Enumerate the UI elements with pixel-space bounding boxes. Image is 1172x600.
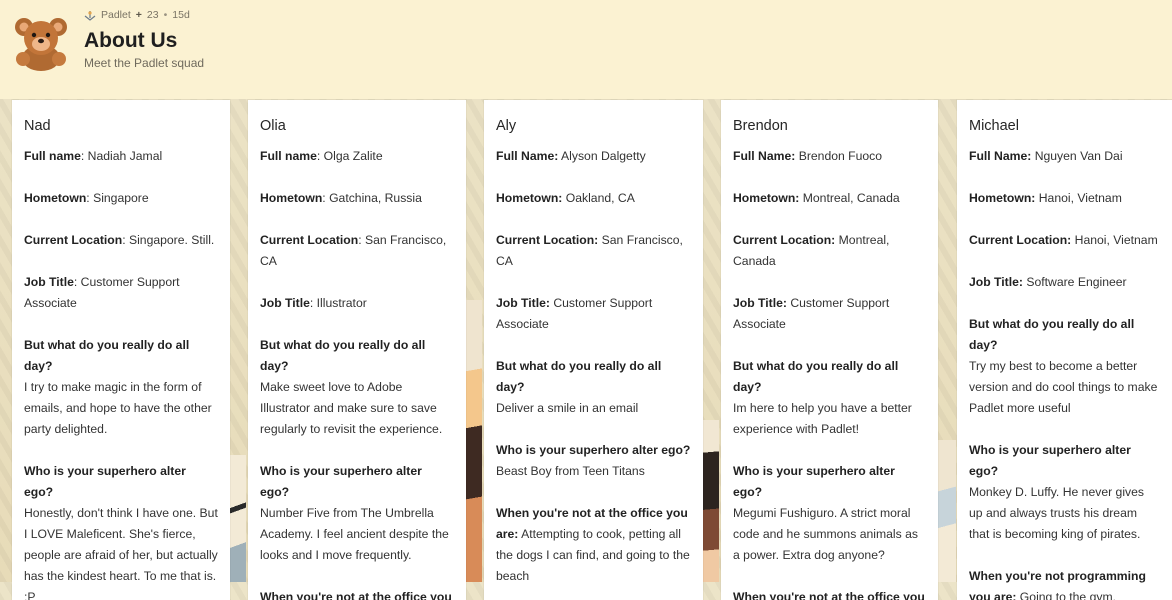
post-field-hero-label: Who is your superhero alter ego? — [496, 443, 691, 457]
post-card[interactable]: Nad Full name: Nadiah Jamal Hometown: Si… — [12, 100, 230, 600]
post-field-day-label: But what do you really do all day? — [24, 338, 190, 373]
post-field-full-name: Full Name: Nguyen Van Dai — [969, 149, 1123, 163]
post-field-full-name: Full name: Nadiah Jamal — [24, 149, 163, 163]
contributors-count: 23 — [146, 9, 159, 21]
page-title: About Us — [84, 29, 178, 52]
post-card[interactable]: Brendon Full Name: Brendon Fuoco Hometow… — [721, 100, 938, 600]
post-card[interactable]: Michael Full Name: Nguyen Van Dai Hometo… — [957, 100, 1172, 600]
post-field-location: Current Location: Montreal, Canada — [733, 233, 890, 268]
app-name[interactable]: Padlet — [101, 9, 131, 21]
post-field-office: When you're not at the office you are: A… — [496, 506, 690, 583]
post-field-hero-label: Who is your superhero alter ego? — [24, 464, 186, 499]
post-field-day-label: But what do you really do all day? — [260, 338, 426, 373]
post-field-location: Current Location: Singapore. Still. — [24, 233, 215, 247]
post-field-job-title: Job Title: Illustrator — [260, 296, 367, 310]
post-field-day: Try my best to become a better version a… — [969, 359, 1158, 415]
post-field-hero: Monkey D. Luffy. He never gives up and a… — [969, 485, 1144, 541]
post-title: Michael — [969, 118, 1019, 134]
post-field-hero: Honestly, don't think I have one. But I … — [24, 506, 218, 600]
wallpaper-fragment — [466, 300, 482, 582]
post-field-day: Im here to help you have a better experi… — [733, 401, 912, 436]
page-subtitle: Meet the Padlet squad — [84, 56, 205, 70]
wallpaper-fragment — [230, 455, 246, 582]
post-card[interactable]: Aly Full Name: Alyson Dalgetty Hometown:… — [484, 100, 703, 600]
post-field-hero: Megumi Fushiguro. A strict moral code an… — [733, 506, 918, 562]
post-field-hero: Beast Boy from Teen Titans — [496, 464, 645, 478]
last-updated: 15d — [172, 9, 190, 21]
post-field-day: Make sweet love to Adobe Illustrator and… — [260, 380, 443, 436]
post-field-office: When you're not programming you are: Goi… — [969, 569, 1146, 600]
post-field-location: Current Location: San Francisco, CA — [496, 233, 683, 268]
contributors-plus: + — [135, 9, 142, 21]
post-field-office-label: When you're not at the office you — [733, 590, 925, 600]
post-title: Brendon — [733, 118, 788, 134]
padlet-header: Padlet + 23 • 15d About Us Meet the Padl… — [0, 0, 1172, 99]
wallpaper-fragment — [938, 440, 956, 582]
post-field-hero: Number Five from The Umbrella Academy. I… — [260, 506, 449, 562]
padlet-logo-icon[interactable] — [84, 10, 96, 21]
post-field-day-label: But what do you really do all day? — [496, 359, 662, 394]
post-field-day-label: But what do you really do all day? — [969, 317, 1135, 352]
post-field-location: Current Location: Hanoi, Vietnam — [969, 233, 1158, 247]
post-field-day: I try to make magic in the form of email… — [24, 380, 212, 436]
post-field-hometown: Hometown: Oakland, CA — [496, 191, 635, 205]
post-title: Nad — [24, 118, 51, 134]
post-field-hometown: Hometown: Gatchina, Russia — [260, 191, 422, 205]
post-field-hometown: Hometown: Singapore — [24, 191, 149, 205]
post-field-hometown: Hometown: Hanoi, Vietnam — [969, 191, 1122, 205]
post-field-job-title: Job Title: Customer Support Associate — [496, 296, 653, 331]
post-field-full-name: Full Name: Brendon Fuoco — [733, 149, 883, 163]
post-field-location: Current Location: San Francisco, CA — [260, 233, 447, 268]
post-field-hometown: Hometown: Montreal, Canada — [733, 191, 900, 205]
post-field-job-title: Job Title: Customer Support Associate — [733, 296, 890, 331]
post-field-full-name: Full name: Olga Zalite — [260, 149, 383, 163]
meta-separator: • — [163, 9, 168, 21]
post-field-hero-label: Who is your superhero alter ego? — [260, 464, 422, 499]
wallpaper-fragment — [703, 420, 719, 582]
post-title: Olia — [260, 118, 286, 134]
post-field-job-title: Job Title: Software Engineer — [969, 275, 1127, 289]
post-card[interactable]: Olia Full name: Olga Zalite Hometown: Ga… — [248, 100, 466, 600]
post-field-full-name: Full Name: Alyson Dalgetty — [496, 149, 646, 163]
post-field-day-label: But what do you really do all day? — [733, 359, 899, 394]
post-field-hero-label: Who is your superhero alter ego? — [733, 464, 895, 499]
padlet-meta: Padlet + 23 • 15d — [84, 9, 190, 21]
post-field-job-title: Job Title: Customer Support Associate — [24, 275, 180, 310]
post-field-day: Deliver a smile in an email — [496, 401, 639, 415]
teddy-bear-icon[interactable] — [12, 13, 70, 71]
post-field-office-label: When you're not at the office you — [260, 590, 452, 600]
post-title: Aly — [496, 118, 517, 134]
post-field-hero-label: Who is your superhero alter ego? — [969, 443, 1131, 478]
